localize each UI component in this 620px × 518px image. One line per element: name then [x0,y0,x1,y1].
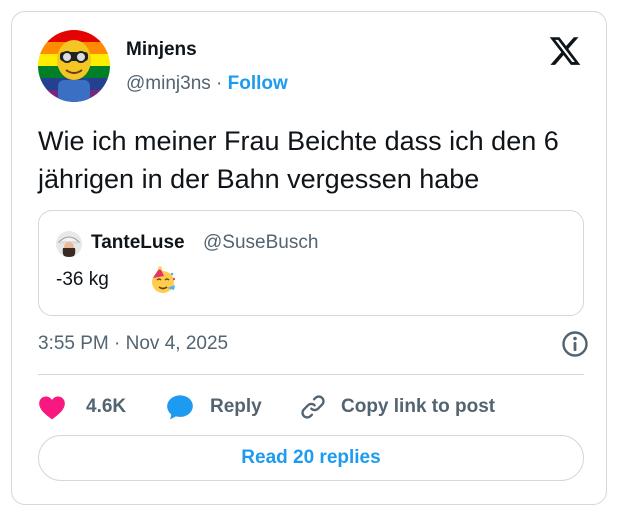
rainbow-avatar-image [38,30,110,102]
post-timestamp[interactable]: 3:55 PM · Nov 4, 2025 [38,333,228,355]
tweet-card: Minjens @minj3ns · Follow Wie ich meiner… [11,11,607,505]
author-handle[interactable]: @minj3ns [126,73,211,94]
follow-button[interactable]: Follow [228,73,288,94]
author-avatar[interactable] [38,30,110,102]
tweet-text: Wie ich meiner Frau Beichte dass ich den… [38,126,559,194]
like-count: 4.6K [86,396,127,417]
separator-dot: · [216,73,223,94]
info-icon[interactable] [560,329,590,359]
copy-link-label: Copy link to post [341,396,496,417]
quote-author-handle: @SuseBusch [203,232,319,253]
quote-author-name: TanteLuse [91,232,185,253]
link-icon [301,395,325,419]
party-face-icon [149,266,177,294]
read-replies-button[interactable]: Read 20 replies [38,435,584,481]
author-name[interactable]: Minjens [126,39,197,61]
x-logo-icon[interactable] [548,34,582,68]
divider [38,374,584,375]
copy-link-button[interactable]: Copy link to post [299,390,495,424]
reply-label: Reply [210,396,262,417]
quote-text: -36 kg [56,269,109,290]
like-button[interactable]: 4.6K [38,390,126,424]
author-handle-row: @minj3ns · Follow [126,73,288,95]
reply-button[interactable]: Reply [166,390,262,424]
heart-icon [39,396,65,420]
reply-bubble-icon [167,395,193,420]
quote-author-avatar [56,231,82,257]
quoted-tweet[interactable]: TanteLuse @SuseBusch -36 kg [38,210,584,316]
